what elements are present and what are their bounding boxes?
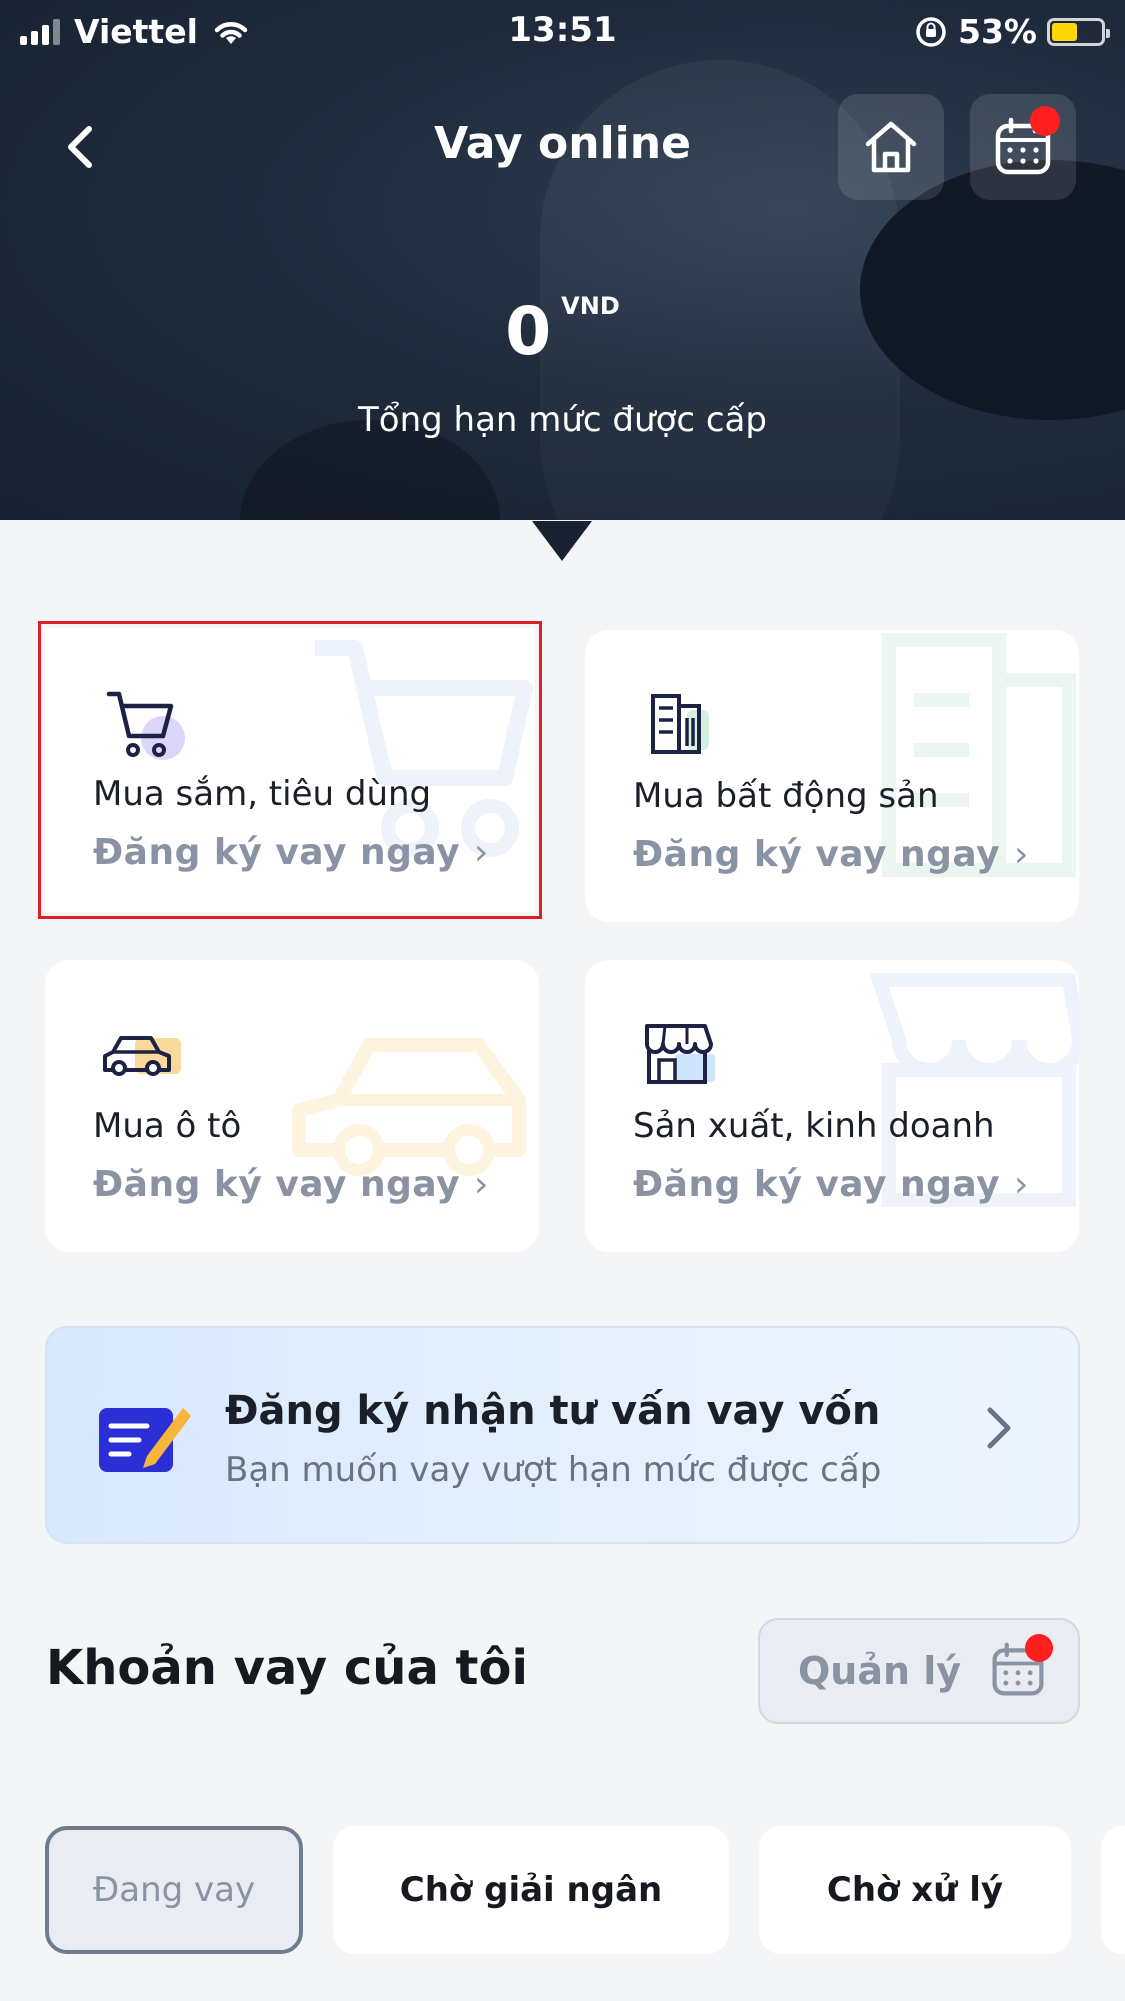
manage-button[interactable]: Quản lý [758,1618,1080,1724]
register-loan-link[interactable]: Đăng ký vay ngay › [633,834,1029,875]
credit-limit: 0 VND [0,292,1125,370]
tab-cho-xu-ly[interactable]: Chờ xử lý [759,1826,1071,1954]
register-loan-label: Đăng ký vay ngay [633,1164,1001,1205]
category-card-car[interactable]: Mua ô tô Đăng ký vay ngay › [45,960,539,1252]
calendar-icon-wrap [989,1634,1054,1702]
register-loan-link[interactable]: Đăng ký vay ngay › [93,832,489,873]
tab-next-partial[interactable] [1101,1826,1125,1954]
home-button[interactable] [838,94,944,200]
header: Viettel 13:51 53% Vay online 0 VND Tổng … [0,0,1125,520]
chevron-right-icon: › [1014,834,1029,875]
home-icon [865,121,917,173]
tab-cho-giai-ngan[interactable]: Chờ giải ngân [333,1826,729,1954]
chevron-right-icon: › [474,1164,489,1205]
register-loan-label: Đăng ký vay ngay [93,1164,461,1205]
chevron-right-icon: › [1014,1164,1029,1205]
rotation-lock-icon [916,16,946,47]
category-title: Mua sắm, tiêu dùng [93,774,432,814]
category-card-shopping[interactable]: Mua sắm, tiêu dùng Đăng ký vay ngay › [38,621,542,919]
register-loan-link[interactable]: Đăng ký vay ngay › [633,1164,1029,1205]
category-card-real-estate[interactable]: Mua bất động sản Đăng ký vay ngay › [585,630,1079,922]
notification-dot [1030,106,1060,136]
calendar-button[interactable] [970,94,1076,200]
shopping-cart-icon [106,691,185,760]
battery-percent: 53% [958,12,1037,51]
category-card-business[interactable]: Sản xuất, kinh doanh Đăng ký vay ngay › [585,960,1079,1252]
category-title: Sản xuất, kinh doanh [633,1106,995,1146]
building-icon [651,694,709,754]
status-bar: Viettel 13:51 53% [0,0,1125,64]
category-title: Mua bất động sản [633,776,939,816]
loan-status-tabs: Đang vay Chờ giải ngân Chờ xử lý [0,1826,1125,1956]
register-loan-label: Đăng ký vay ngay [93,832,461,873]
tab-dang-vay[interactable]: Đang vay [45,1826,303,1954]
consultation-banner[interactable]: Đăng ký nhận tư vấn vay vốn Bạn muốn vay… [45,1326,1080,1544]
notification-dot [1025,1634,1054,1662]
battery-icon [1047,17,1110,46]
register-loan-label: Đăng ký vay ngay [633,834,1001,875]
consultation-subtitle: Bạn muốn vay vượt hạn mức được cấp [225,1450,882,1490]
page-title: Vay online [434,118,691,169]
manage-label: Quản lý [798,1649,962,1693]
register-loan-link[interactable]: Đăng ký vay ngay › [93,1164,489,1205]
header-pointer [532,521,592,561]
credit-limit-label: Tổng hạn mức được cấp [358,400,767,440]
my-loans-title: Khoản vay của tôi [46,1640,528,1696]
credit-limit-unit: VND [561,292,620,320]
form-edit-icon [99,1408,191,1472]
credit-limit-value: 0 [505,293,552,370]
consultation-title: Đăng ký nhận tư vấn vay vốn [225,1388,881,1434]
category-title: Mua ô tô [93,1106,242,1146]
car-icon [103,1036,181,1076]
chevron-right-icon [987,1407,1011,1449]
store-icon [645,1024,715,1084]
chevron-right-icon: › [474,832,489,873]
